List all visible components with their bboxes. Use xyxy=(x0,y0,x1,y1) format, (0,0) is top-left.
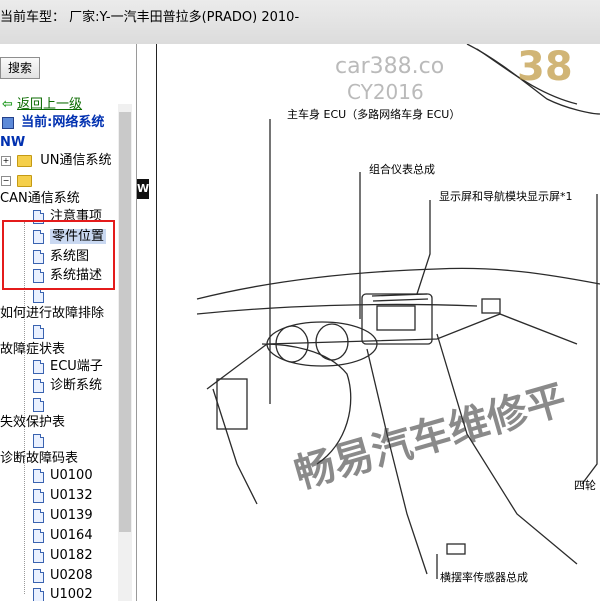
highlight-annotation-box xyxy=(2,220,115,290)
tree-item-u0182[interactable]: U0182 xyxy=(33,547,93,565)
back-link[interactable]: ⇦ 返回上一级 xyxy=(2,96,82,114)
document-icon xyxy=(33,568,44,583)
window-title: 当前车型： 厂家:Y-一汽丰田普拉多(PRADO) 2010- xyxy=(0,10,300,25)
document-icon xyxy=(33,397,44,412)
tree-item-u0208[interactable]: U0208 xyxy=(33,567,93,585)
watermark-site: car388.co xyxy=(335,54,445,79)
callout-main-body-ecu: 主车身 ECU（多路网络车身 ECU） xyxy=(287,108,461,121)
back-link-label: 返回上一级 xyxy=(17,97,83,112)
tree-folder-un[interactable]: + UN通信系统 xyxy=(1,152,112,170)
document-icon xyxy=(33,324,44,339)
tree-item-blank-2[interactable] xyxy=(33,323,50,341)
center-display xyxy=(361,293,433,345)
scrollbar-thumb[interactable] xyxy=(119,112,131,532)
main-body-ecu-shape xyxy=(216,378,248,430)
document-icon xyxy=(33,548,44,563)
document-icon xyxy=(33,468,44,483)
folder-icon xyxy=(17,154,33,167)
tree-section-troubleshooting[interactable]: 如何进行故障排除 xyxy=(0,305,104,323)
document-icon xyxy=(33,488,44,503)
tree-section-dtc-table[interactable]: 诊断故障码表 xyxy=(0,450,78,468)
search-button[interactable]: 搜索 xyxy=(0,57,40,79)
tree-item-blank-3[interactable] xyxy=(33,396,50,414)
display-module-shape xyxy=(481,298,501,314)
tree-section-symptom-table[interactable]: 故障症状表 xyxy=(0,341,65,359)
tree-item-u0139[interactable]: U0139 xyxy=(33,507,93,525)
callout-yaw-rate-sensor: 横摆率传感器总成 xyxy=(440,571,528,584)
leader-display xyxy=(416,200,431,295)
document-icon xyxy=(33,587,44,601)
document-icon xyxy=(33,288,44,303)
tree-item-ecu-terminals[interactable]: ECU端子 xyxy=(33,358,103,376)
display-screen xyxy=(376,305,416,331)
document-icon xyxy=(33,359,44,374)
sidebar-scrollbar[interactable] xyxy=(118,104,132,601)
tree-item-u1002[interactable]: U1002 xyxy=(33,586,93,601)
tree-section-fail-safe[interactable]: 失效保护表 xyxy=(0,414,65,432)
watermark-site-code: CY2016 xyxy=(347,80,424,104)
folder-open-icon xyxy=(17,174,33,187)
document-icon xyxy=(33,433,44,448)
tree-item-blank-4[interactable] xyxy=(33,432,50,450)
window-title-bar: 当前车型： 厂家:Y-一汽丰田普拉多(PRADO) 2010- xyxy=(0,0,600,45)
diagram-viewer: W 主车身 ECU（多路网络车身 ECU） 组合仪表总成 显示屏和导航模块显示屏… xyxy=(137,44,600,601)
dash-line-2 xyxy=(196,303,478,315)
green-arrow-left-icon: ⇦ xyxy=(2,97,13,112)
tree-section-can[interactable]: CAN通信系统 xyxy=(0,190,80,208)
expand-icon[interactable]: + xyxy=(1,155,11,166)
collapse-icon[interactable]: − xyxy=(1,175,11,186)
dashboard-diagram xyxy=(196,44,600,579)
tree-item-u0164[interactable]: U0164 xyxy=(33,527,93,545)
current-location-label: 当前:网络系统 xyxy=(21,115,105,130)
dash-left-side xyxy=(212,388,258,505)
tree-item-diagnosis-system[interactable]: 诊断系统 xyxy=(33,377,102,395)
callout-four-wheel: 四轮 xyxy=(574,479,596,492)
document-icon xyxy=(33,378,44,393)
leader-four-wheel xyxy=(581,194,598,485)
tree-item-u0100[interactable]: U0100 xyxy=(33,467,93,485)
callout-combination-meter: 组合仪表总成 xyxy=(369,163,435,176)
document-icon xyxy=(33,508,44,523)
tree-item-u0132[interactable]: U0132 xyxy=(33,487,93,505)
current-location: 当前:网络系统 xyxy=(2,114,104,132)
navigation-sidebar: 搜索 ⇦ 返回上一级 当前:网络系统 NW + UN通信系统 − CAN通信系统… xyxy=(0,44,137,601)
yaw-rate-sensor-shape xyxy=(446,543,466,555)
computer-icon xyxy=(2,116,14,129)
callout-display: 显示屏和导航模块显示屏*1 xyxy=(439,190,573,203)
tree-folder-open[interactable]: − xyxy=(1,172,36,190)
tree-root-nw[interactable]: NW xyxy=(0,134,25,152)
watermark-logo-number: 38 xyxy=(517,44,573,90)
document-icon xyxy=(33,528,44,543)
